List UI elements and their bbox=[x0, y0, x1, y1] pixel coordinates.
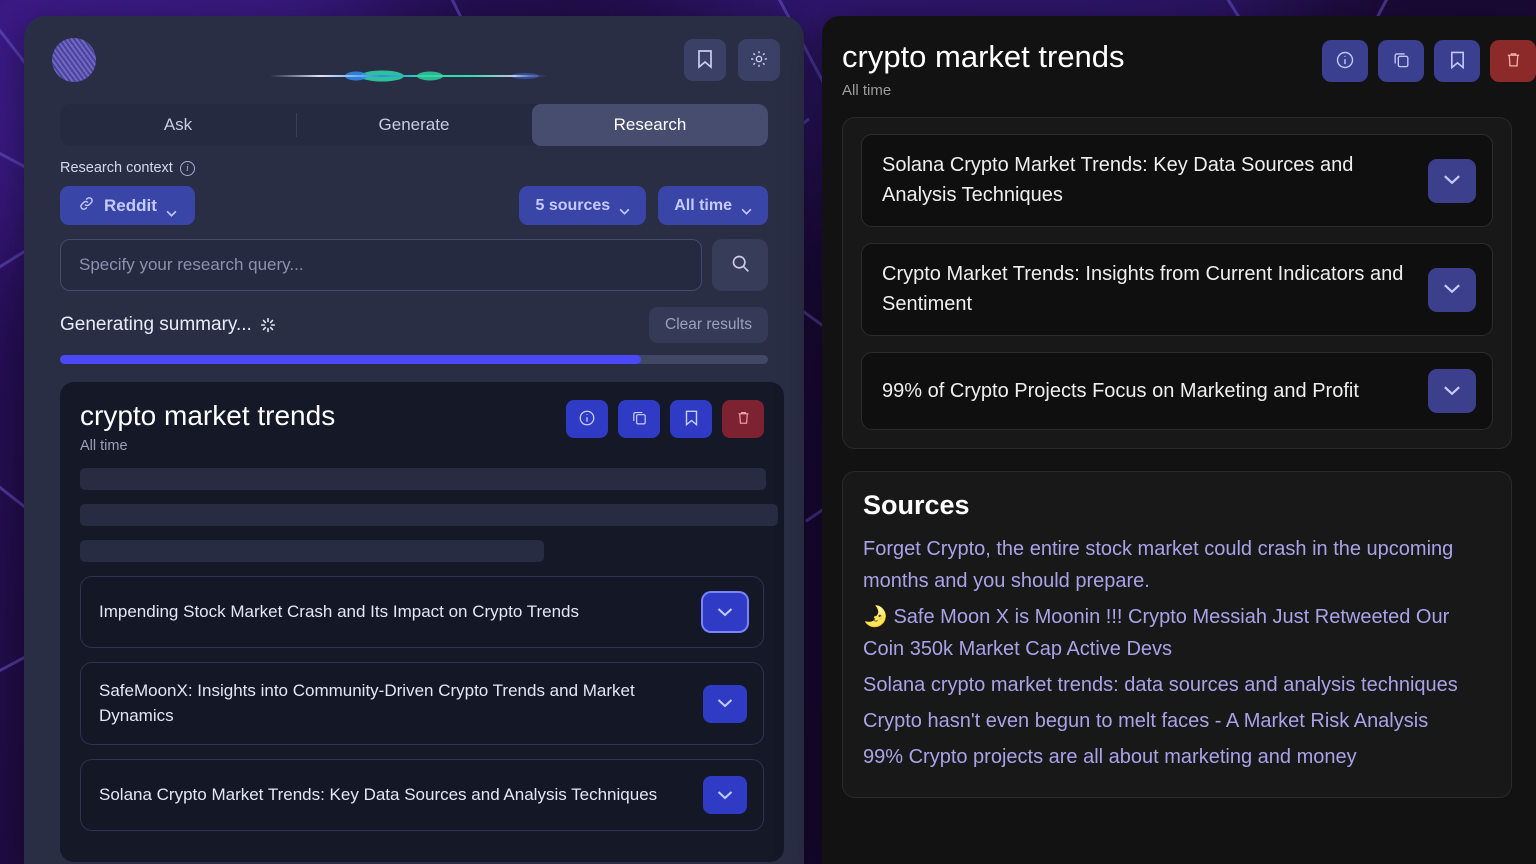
accordion-expand-button[interactable] bbox=[703, 593, 747, 632]
chevron-down-icon bbox=[1443, 173, 1461, 188]
left-panel-header bbox=[24, 16, 804, 104]
detail-title: crypto market trends bbox=[842, 39, 1125, 74]
result-card: crypto market trends All time Impending … bbox=[60, 382, 784, 862]
detail-actions bbox=[1322, 40, 1536, 82]
generation-status: Generating summary... bbox=[60, 314, 276, 336]
accordion-expand-button[interactable] bbox=[703, 776, 747, 815]
result-subtitle: All time bbox=[80, 438, 128, 455]
bookmark-icon bbox=[1449, 50, 1466, 73]
skeleton-line bbox=[80, 540, 544, 563]
accordion-title: Impending Stock Market Crash and Its Imp… bbox=[99, 601, 579, 621]
source-link[interactable]: Forget Crypto, the entire stock market c… bbox=[863, 533, 1491, 597]
detail-info-button[interactable] bbox=[1322, 40, 1368, 82]
time-range-label: All time bbox=[674, 196, 732, 214]
time-range-dropdown[interactable]: All time bbox=[658, 186, 768, 225]
chevron-down-icon bbox=[717, 788, 733, 803]
loading-spinner-icon bbox=[260, 317, 276, 333]
list-item[interactable]: Solana Crypto Market Trends: Key Data So… bbox=[80, 759, 764, 832]
avatar[interactable] bbox=[52, 38, 96, 82]
info-circle-icon bbox=[578, 409, 596, 430]
search-icon bbox=[730, 253, 751, 277]
list-item[interactable]: Solana Crypto Market Trends: Key Data So… bbox=[861, 134, 1493, 228]
clear-results-button[interactable]: Clear results bbox=[649, 307, 768, 343]
detail-accordion-section: Solana Crypto Market Trends: Key Data So… bbox=[842, 117, 1512, 450]
info-circle-icon bbox=[1335, 50, 1355, 73]
chevron-down-icon bbox=[1443, 384, 1461, 399]
filters-row: Reddit 5 sources All time bbox=[60, 186, 768, 225]
bookmark-icon bbox=[684, 409, 699, 430]
accordion-title: Solana Crypto Market Trends: Key Data So… bbox=[882, 154, 1354, 206]
sources-count-label: 5 sources bbox=[535, 196, 611, 214]
detail-delete-button[interactable] bbox=[1490, 40, 1536, 82]
generation-status-text: Generating summary... bbox=[60, 314, 252, 335]
settings-button[interactable] bbox=[738, 39, 780, 81]
sources-heading: Sources bbox=[863, 490, 970, 521]
skeleton-line bbox=[80, 504, 778, 527]
detail-copy-button[interactable] bbox=[1378, 40, 1424, 82]
sources-section: Sources Forget Crypto, the entire stock … bbox=[842, 471, 1512, 799]
accordion-expand-button[interactable] bbox=[1428, 369, 1476, 414]
progress-bar bbox=[60, 355, 768, 364]
tab-research[interactable]: Research bbox=[532, 104, 768, 146]
accordion-expand-button[interactable] bbox=[1428, 158, 1476, 203]
mode-tabs: Ask Generate Research bbox=[60, 104, 768, 146]
bookmark-icon bbox=[696, 49, 714, 72]
chevron-down-icon bbox=[717, 696, 733, 711]
accordion-expand-button[interactable] bbox=[1428, 267, 1476, 312]
list-item[interactable]: Impending Stock Market Crash and Its Imp… bbox=[80, 576, 764, 649]
tab-generate[interactable]: Generate bbox=[296, 104, 532, 146]
skeleton-line bbox=[80, 468, 766, 491]
list-item[interactable]: SafeMoonX: Insights into Community-Drive… bbox=[80, 662, 764, 746]
chevron-down-icon bbox=[166, 202, 177, 217]
list-item[interactable]: Crypto Market Trends: Insights from Curr… bbox=[861, 243, 1493, 337]
chevron-down-icon bbox=[619, 202, 630, 215]
source-link[interactable]: 🌛 Safe Moon X is Moonin !!! Crypto Messi… bbox=[863, 601, 1491, 665]
header-actions bbox=[684, 39, 780, 81]
accordion-title: 99% of Crypto Projects Focus on Marketin… bbox=[882, 379, 1359, 402]
source-link[interactable]: Solana crypto market trends: data source… bbox=[863, 669, 1491, 701]
result-title: crypto market trends bbox=[80, 400, 336, 431]
audio-waveform bbox=[270, 70, 548, 82]
result-card-header: crypto market trends All time bbox=[80, 400, 764, 454]
gear-icon bbox=[749, 49, 769, 72]
result-bookmark-button[interactable] bbox=[670, 400, 712, 438]
link-icon bbox=[78, 195, 95, 217]
accordion-title: SafeMoonX: Insights into Community-Drive… bbox=[99, 681, 635, 725]
research-panel: Ask Generate Research Research context i… bbox=[24, 16, 804, 864]
accordion-title: Crypto Market Trends: Insights from Curr… bbox=[882, 263, 1404, 315]
detail-subtitle: All time bbox=[842, 82, 892, 100]
trash-icon bbox=[1505, 50, 1522, 72]
detail-panel: crypto market trends All time Solana Cry… bbox=[822, 16, 1536, 864]
copy-icon bbox=[1392, 50, 1411, 72]
result-info-button[interactable] bbox=[566, 400, 608, 438]
progress-bar-fill bbox=[60, 355, 641, 364]
status-row: Generating summary... Clear results bbox=[60, 307, 768, 343]
bookmark-button[interactable] bbox=[684, 39, 726, 81]
search-row bbox=[60, 239, 768, 291]
source-chip-reddit[interactable]: Reddit bbox=[60, 186, 195, 225]
info-icon[interactable]: i bbox=[179, 160, 195, 176]
accordion-expand-button[interactable] bbox=[703, 684, 747, 723]
search-input[interactable] bbox=[60, 239, 702, 291]
result-delete-button[interactable] bbox=[722, 400, 764, 438]
chevron-down-icon bbox=[1443, 282, 1461, 297]
result-actions bbox=[566, 400, 764, 438]
chevron-down-icon bbox=[717, 605, 733, 620]
research-context-label: Research context bbox=[60, 160, 173, 176]
search-button[interactable] bbox=[712, 239, 768, 291]
chevron-down-icon bbox=[741, 202, 752, 215]
source-link[interactable]: Crypto hasn't even begun to melt faces -… bbox=[863, 705, 1491, 737]
sources-count-dropdown[interactable]: 5 sources bbox=[519, 186, 647, 225]
list-item[interactable]: 99% of Crypto Projects Focus on Marketin… bbox=[861, 352, 1493, 431]
accordion-title: Solana Crypto Market Trends: Key Data So… bbox=[99, 785, 658, 805]
trash-icon bbox=[736, 409, 751, 429]
source-chip-label: Reddit bbox=[104, 195, 157, 215]
source-link[interactable]: 99% Crypto projects are all about market… bbox=[863, 741, 1491, 773]
detail-bookmark-button[interactable] bbox=[1434, 40, 1480, 82]
result-copy-button[interactable] bbox=[618, 400, 660, 438]
tab-ask[interactable]: Ask bbox=[60, 104, 296, 146]
detail-panel-header: crypto market trends All time bbox=[822, 16, 1536, 99]
research-context-row: Research context i bbox=[60, 160, 768, 176]
copy-icon bbox=[631, 409, 648, 429]
